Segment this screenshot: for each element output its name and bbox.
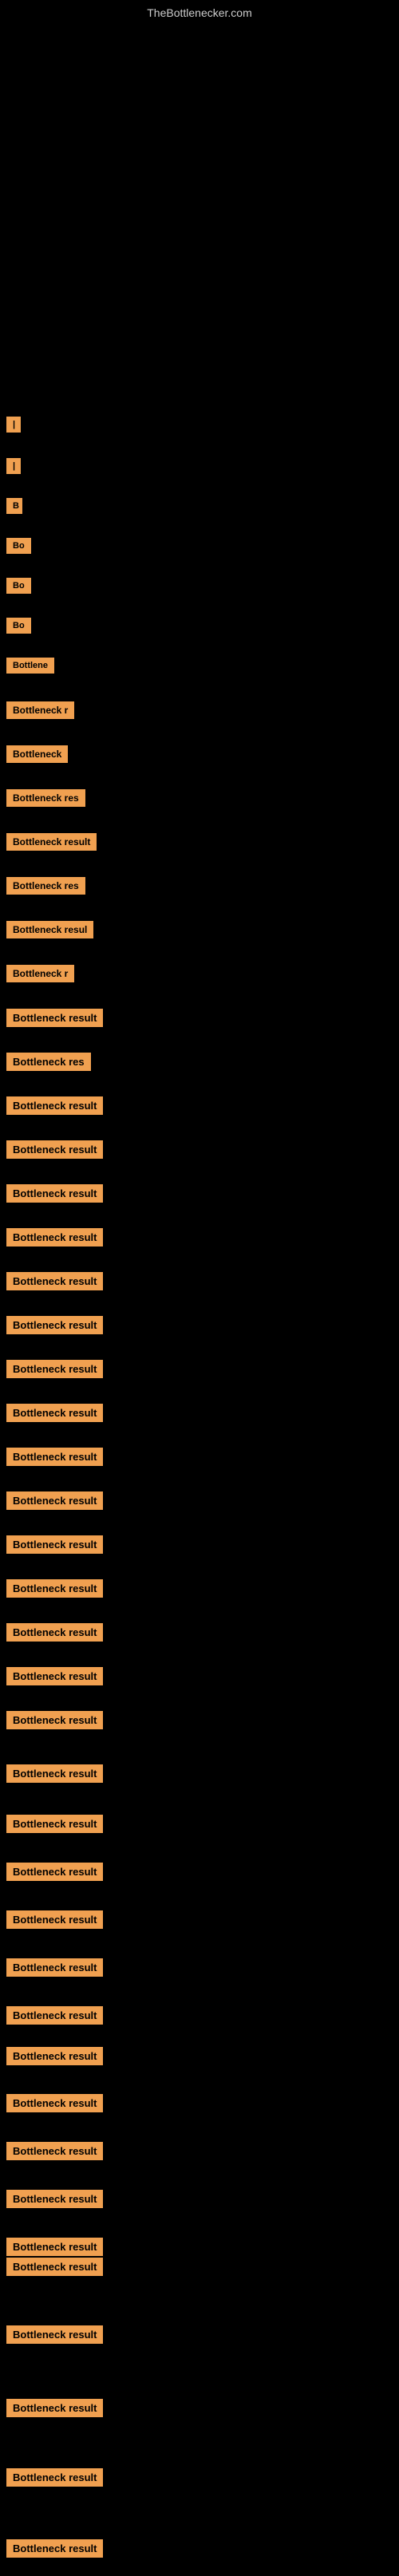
label-bottleneck-result6: Bottleneck result <box>3 1179 103 1207</box>
label-bo1: Bo <box>3 533 31 559</box>
label-bottleneck-result-2480: Bottleneck result <box>3 2001 103 2029</box>
label-bottleneck-result2: Bottleneck resul <box>3 916 93 943</box>
label-bottleneck-result12: Bottleneck result <box>3 1443 103 1471</box>
site-title: TheBottlenecker.com <box>0 0 399 22</box>
label-bottleneck-result-2360: Bottleneck result <box>3 1906 103 1934</box>
label-bottleneck-result-2795: Bottleneck result <box>3 2253 103 2281</box>
label-bottleneck-result-2710: Bottleneck result <box>3 2185 103 2213</box>
label-bottleneck-res2: Bottleneck res <box>3 872 85 899</box>
label-bottleneck-res1: Bottleneck res <box>3 784 85 812</box>
label-tiny2: | <box>3 453 21 483</box>
label-bottleneck-r2: Bottleneck r <box>3 960 74 987</box>
label-bottleneck-result-3059: Bottleneck result <box>3 2463 103 2491</box>
label-bottleneck-result-2531: Bottleneck result <box>3 2042 103 2070</box>
label-bo2: Bo <box>3 573 31 599</box>
label-bottleneck-result11: Bottleneck result <box>3 1399 103 1427</box>
label-bottleneck-result-2972: Bottleneck result <box>3 2394 103 2422</box>
label-bottleneck-result-2880: Bottleneck result <box>3 2321 103 2349</box>
label-bottleneck-result14: Bottleneck result <box>3 1531 103 1559</box>
label-bottleneck1: Bottleneck <box>3 741 68 768</box>
label-bo3: Bo <box>3 613 31 638</box>
label-bottleneck-result-2300: Bottleneck result <box>3 1858 103 1886</box>
label-bottleneck-result3: Bottleneck result <box>3 1004 103 1032</box>
label-bottleneck-result-2420: Bottleneck result <box>3 1954 103 1981</box>
label-bottleneck-result5: Bottleneck result <box>3 1136 103 1164</box>
label-bottleneck-result1: Bottleneck result <box>3 828 97 855</box>
label-bottleneck-result13: Bottleneck result <box>3 1487 103 1515</box>
label-bottleneck-r1: Bottleneck r <box>3 697 74 724</box>
label-bottlene: Bottlene <box>3 653 54 678</box>
label-bottleneck-result7: Bottleneck result <box>3 1223 103 1251</box>
label-bottleneck-res3: Bottleneck res <box>3 1048 91 1076</box>
label-tiny1: | <box>3 412 21 441</box>
label-bottleneck-result16: Bottleneck result <box>3 1618 103 1646</box>
label-bottleneck-result17: Bottleneck result <box>3 1662 103 1690</box>
label-bottleneck-result-2590: Bottleneck result <box>3 2089 103 2117</box>
label-bottleneck-result9: Bottleneck result <box>3 1311 103 1339</box>
label-bottleneck-result-2177: Bottleneck result <box>3 1760 103 1788</box>
label-bottleneck-result18: Bottleneck result <box>3 1706 103 1734</box>
label-bottleneck-result15: Bottleneck result <box>3 1574 103 1602</box>
label-bottleneck-result-2240: Bottleneck result <box>3 1810 103 1838</box>
label-bottleneck-result10: Bottleneck result <box>3 1355 103 1383</box>
label-bottleneck-result-2650: Bottleneck result <box>3 2137 103 2165</box>
label-tiny3: B <box>3 493 22 523</box>
label-bottleneck-result-3148: Bottleneck result <box>3 2535 103 2562</box>
label-bottleneck-result8: Bottleneck result <box>3 1267 103 1295</box>
label-bottleneck-result4: Bottleneck result <box>3 1092 103 1120</box>
